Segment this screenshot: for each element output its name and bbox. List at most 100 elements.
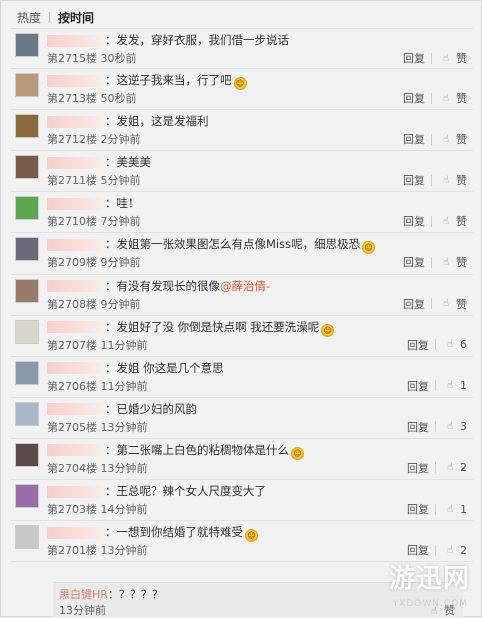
- reply-button[interactable]: 回复: [407, 460, 429, 476]
- action-divider: [435, 462, 436, 474]
- comment-text: 发发，穿好衣服，我们借一步说话: [116, 33, 290, 47]
- thumb-up-icon[interactable]: ☝: [440, 93, 452, 104]
- watermark-url: YXDOWN.COM: [392, 599, 468, 609]
- avatar[interactable]: [15, 155, 39, 180]
- username-blurred[interactable]: [47, 321, 105, 334]
- floor-time: 第2703楼 14分钟前: [47, 503, 148, 517]
- avatar[interactable]: [15, 114, 39, 139]
- thumb-up-icon[interactable]: ☝: [440, 53, 452, 64]
- username-blurred[interactable]: [47, 444, 105, 457]
- like-count[interactable]: 赞: [456, 50, 467, 66]
- comment-item: ：发姐第一张效果图怎么有点像Miss呢，细思极恐 ☺ 第2709楼 9分钟前 回复 ☝ 赞: [11, 233, 473, 275]
- reply-button[interactable]: 回复: [403, 213, 425, 229]
- avatar[interactable]: [15, 360, 39, 385]
- colon: ：: [105, 401, 117, 416]
- colon: ：: [105, 237, 117, 252]
- username-blurred[interactable]: [47, 74, 105, 87]
- avatar[interactable]: [15, 484, 39, 509]
- username-blurred[interactable]: [47, 238, 105, 251]
- comment-text: 这逆子我来当，行了吧: [116, 73, 232, 88]
- avatar[interactable]: [15, 525, 39, 550]
- username-blurred[interactable]: [47, 526, 105, 539]
- like-count[interactable]: 赞: [456, 172, 467, 188]
- emoji-icon: ☺: [362, 241, 376, 255]
- reply-button[interactable]: 回复: [403, 296, 425, 312]
- action-divider: [431, 52, 432, 64]
- avatar[interactable]: [15, 278, 39, 303]
- like-count[interactable]: 赞: [456, 213, 467, 229]
- comment-text: 已婚少妇的风韵: [116, 401, 198, 416]
- thumb-up-icon[interactable]: ☝: [444, 462, 456, 473]
- avatar[interactable]: [15, 442, 39, 467]
- sub-reply-author[interactable]: 黑白键HR: [59, 588, 108, 601]
- comment-item: ：发姐 你这是几个意思 第2706楼 11分钟前 回复 ☝ 1: [11, 357, 473, 398]
- thumb-up-icon[interactable]: ☝: [444, 380, 456, 391]
- avatar[interactable]: [15, 237, 39, 262]
- floor-time: 第2704楼 13分钟前: [47, 461, 148, 475]
- comment-panel: 热度 按时间 ：发发，穿好衣服，我们借一步说话 第2715楼 30秒前 回复 ☝ 赞：这…: [0, 0, 482, 617]
- thumb-up-icon[interactable]: ☝: [440, 298, 452, 309]
- thumb-up-icon[interactable]: ☝: [440, 257, 452, 268]
- like-count[interactable]: 6: [460, 338, 467, 351]
- username-blurred[interactable]: [47, 34, 105, 47]
- reply-button[interactable]: 回复: [407, 419, 429, 435]
- reply-button[interactable]: 回复: [403, 172, 425, 188]
- colon: ：: [105, 484, 117, 499]
- reply-button[interactable]: 回复: [407, 337, 429, 353]
- thumb-up-icon[interactable]: ☝: [444, 421, 456, 432]
- avatar[interactable]: [15, 73, 39, 98]
- tab-time[interactable]: 按时间: [52, 9, 100, 26]
- like-count[interactable]: 2: [460, 544, 467, 557]
- comment-text: 王总呢？辣个女人尺度变大了: [116, 484, 267, 499]
- comment-item: ：美美美 第2711楼 5分钟前 回复 ☝ 赞: [11, 151, 473, 193]
- reply-button[interactable]: 回复: [403, 254, 425, 270]
- reply-button[interactable]: 回复: [407, 501, 429, 517]
- like-count[interactable]: 赞: [456, 254, 467, 270]
- like-count[interactable]: 赞: [456, 90, 467, 106]
- emoji-icon: ☺: [291, 446, 304, 460]
- comment-item: ：已婚少妇的风韵 第2705楼 13分钟前 回复 ☝ 3: [11, 398, 473, 439]
- reply-button[interactable]: 回复: [403, 131, 425, 147]
- thumb-up-icon[interactable]: ☝: [444, 545, 456, 556]
- action-divider: [431, 133, 432, 145]
- like-count[interactable]: 2: [460, 461, 467, 474]
- thumb-up-icon[interactable]: ☝: [444, 504, 456, 515]
- tab-hot[interactable]: 热度: [11, 9, 47, 26]
- like-count[interactable]: 1: [460, 503, 467, 516]
- username-blurred[interactable]: [47, 485, 105, 498]
- like-count[interactable]: 3: [460, 420, 467, 433]
- avatar[interactable]: [15, 319, 39, 344]
- username-blurred[interactable]: [47, 403, 105, 416]
- thumb-up-icon[interactable]: ☝: [440, 175, 452, 186]
- action-divider: [435, 339, 436, 351]
- like-count[interactable]: 1: [460, 379, 467, 392]
- avatar[interactable]: [15, 401, 39, 426]
- username-blurred[interactable]: [47, 362, 105, 375]
- username-blurred[interactable]: [47, 156, 105, 169]
- mention-link[interactable]: @薛治倩-: [220, 279, 270, 293]
- username-blurred[interactable]: [47, 197, 105, 210]
- reply-button[interactable]: 回复: [407, 378, 429, 394]
- thumb-up-icon[interactable]: ☝: [440, 216, 452, 227]
- comment-item: ：这逆子我来当，行了吧 ☺ 第2713楼 50秒前 回复 ☝ 赞: [11, 69, 473, 111]
- reply-button[interactable]: 回复: [403, 50, 425, 66]
- thumb-up-icon[interactable]: ☝: [444, 339, 456, 350]
- emoji-icon: ☺: [321, 323, 335, 337]
- floor-time: 第2707楼 11分钟前: [47, 338, 148, 352]
- like-count[interactable]: 赞: [456, 131, 467, 147]
- floor-time: 第2713楼 50秒前: [47, 92, 137, 106]
- comment-text: 发姐第一张效果图怎么有点像Miss呢，细思极恐: [116, 237, 361, 252]
- avatar[interactable]: [15, 196, 39, 221]
- thumb-up-icon[interactable]: ☝: [440, 134, 452, 145]
- username-blurred[interactable]: [47, 280, 105, 293]
- username-blurred[interactable]: [47, 115, 105, 128]
- reply-button[interactable]: 回复: [407, 542, 429, 558]
- colon: ：: [105, 33, 117, 47]
- avatar[interactable]: [15, 33, 39, 57]
- floor-time: 第2701楼 13分钟前: [47, 544, 148, 558]
- like-count[interactable]: 赞: [456, 296, 467, 312]
- action-divider: [431, 256, 432, 268]
- reply-button[interactable]: 回复: [403, 90, 425, 106]
- sub-reply-text: ：？？？？: [107, 588, 163, 601]
- colon: ：: [105, 155, 117, 170]
